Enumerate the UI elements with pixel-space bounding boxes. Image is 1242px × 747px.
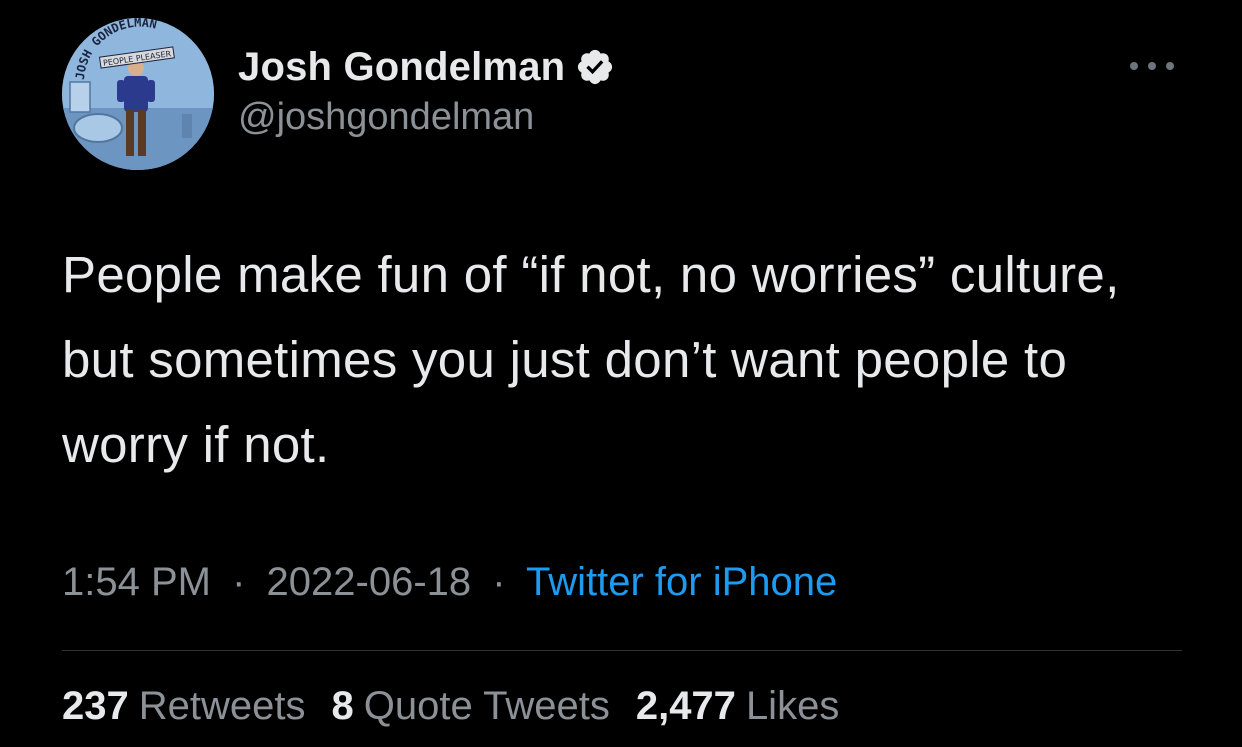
likes-count: 2,477 — [635, 684, 736, 728]
tweet-date[interactable]: 2022-06-18 — [267, 560, 472, 604]
quote-tweets-stat[interactable]: 8 Quote Tweets — [332, 684, 610, 729]
tweet-card: JOSH GONDELMAN PEOPLE PLEASER Josh Gonde… — [0, 0, 1242, 747]
meta-separator: · — [492, 560, 506, 604]
author-identity: Josh Gondelman @joshgondelman — [238, 40, 615, 139]
tweet-time[interactable]: 1:54 PM — [62, 560, 211, 604]
tweet-stats: 237 Retweets 8 Quote Tweets 2,477 Likes — [62, 684, 865, 729]
handle[interactable]: @joshgondelman — [238, 96, 615, 139]
likes-label: Likes — [745, 684, 840, 728]
display-name-row: Josh Gondelman — [238, 40, 615, 94]
more-horizontal-icon[interactable] — [1126, 56, 1178, 76]
tweet-text: People make fun of “if not, no worries” … — [62, 246, 1120, 473]
retweets-stat[interactable]: 237 Retweets — [62, 684, 306, 729]
avatar[interactable]: JOSH GONDELMAN PEOPLE PLEASER — [62, 18, 214, 170]
retweets-count: 237 — [62, 684, 129, 728]
tweet-source-link[interactable]: Twitter for iPhone — [526, 560, 837, 604]
meta-separator: · — [232, 560, 246, 604]
tweet-meta: 1:54 PM · 2022-06-18 · Twitter for iPhon… — [62, 560, 837, 605]
retweets-label: Retweets — [138, 684, 306, 728]
avatar-image: JOSH GONDELMAN PEOPLE PLEASER — [62, 18, 214, 170]
display-name[interactable]: Josh Gondelman — [238, 45, 565, 90]
quote-tweets-label: Quote Tweets — [363, 684, 610, 728]
verified-badge-icon — [578, 49, 613, 85]
quote-tweets-count: 8 — [331, 684, 354, 728]
likes-stat[interactable]: 2,477 Likes — [636, 684, 840, 729]
divider — [62, 650, 1182, 651]
